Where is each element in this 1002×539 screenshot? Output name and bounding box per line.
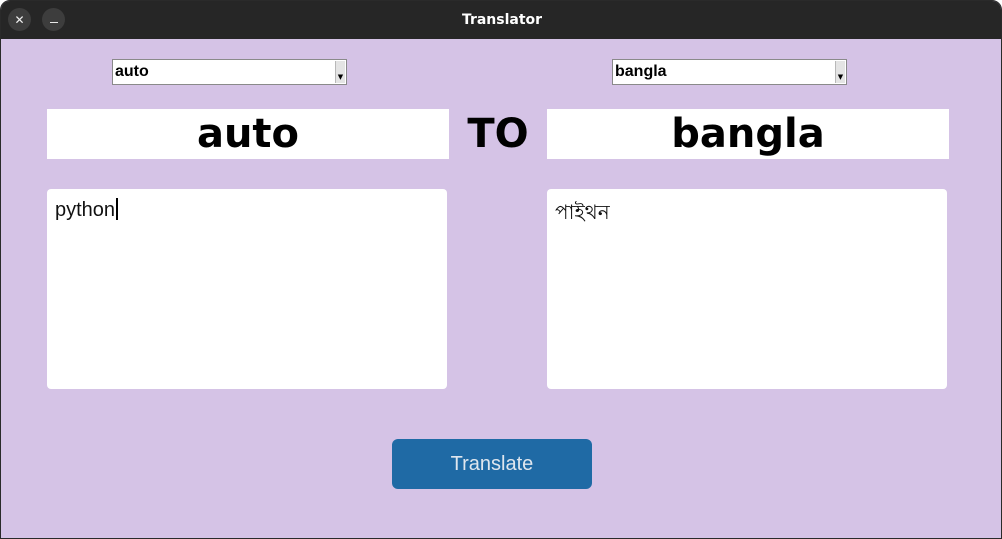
source-language-value: auto (115, 63, 149, 80)
target-text-output[interactable]: পাইথন (547, 189, 947, 389)
window-title: Translator (461, 12, 543, 28)
translate-button[interactable]: Translate (392, 439, 592, 489)
text-caret (116, 198, 119, 220)
chevron-down-icon[interactable]: ▼ (335, 61, 345, 83)
chevron-down-icon[interactable]: ▼ (835, 61, 845, 83)
target-language-label: bangla (547, 109, 949, 159)
source-text: python (55, 199, 116, 221)
title-bar: ✕ Translator (1, 1, 1001, 39)
target-text: পাইথন (555, 202, 610, 224)
source-language-label: auto (47, 109, 449, 159)
source-text-input[interactable]: python (47, 189, 447, 389)
source-language-select[interactable]: auto ▼ (112, 59, 347, 85)
to-label: TO (467, 111, 529, 157)
target-language-select[interactable]: bangla ▼ (612, 59, 847, 85)
target-language-value: bangla (615, 63, 667, 80)
app-window: ✕ Translator auto ▼ bangla ▼ auto TO ban… (0, 0, 1002, 539)
